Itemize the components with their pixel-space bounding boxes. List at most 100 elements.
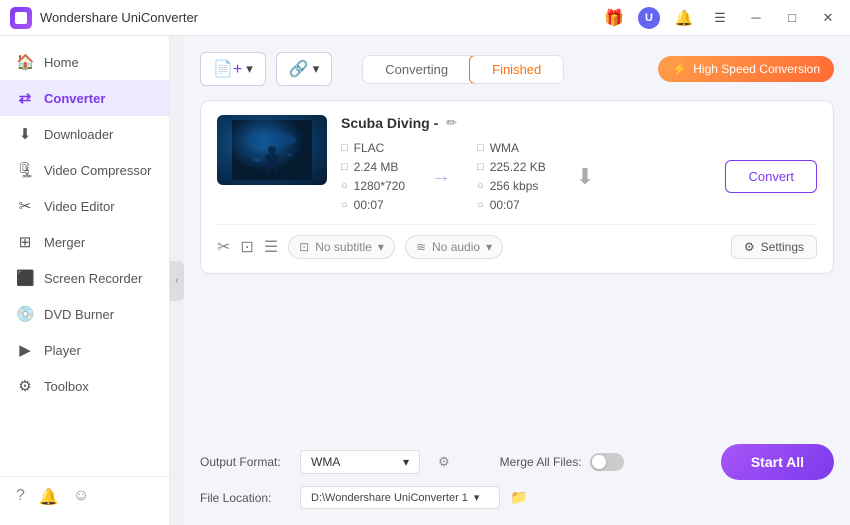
source-duration-row: ○ 00:07 [341,198,405,212]
toolbar: 📄+ ▾ 🔗 ▾ Converting Finished ⚡ High Spee… [200,52,834,86]
settings-label: Settings [761,240,804,254]
sidebar-label-home: Home [44,55,79,70]
app-logo [10,7,32,29]
gift-icon[interactable]: 🎁 [602,6,626,30]
sidebar-label-player: Player [44,343,81,358]
sidebar-collapse-handle[interactable]: ‹ [170,261,184,301]
subtitle-icon: ⊡ [299,240,309,254]
convert-arrow-icon: → [431,165,451,188]
editor-icon: ✂ [16,197,34,215]
audio-arrow: ▾ [486,240,492,254]
converter-icon: ⇄ [16,89,34,107]
settings-button[interactable]: ⚙ Settings [731,235,817,259]
close-icon[interactable]: ✕ [816,6,840,30]
file-title-row: Scuba Diving - ✏ [341,115,817,131]
file-path-value: D:\Wondershare UniConverter 1 [311,492,468,504]
audio-label: No audio [432,240,480,254]
add-files-arrow: ▾ [246,61,253,77]
compressor-icon: 🗜 [16,161,34,179]
target-format: WMA [490,141,519,155]
help-icon[interactable]: ? [16,487,25,507]
cut-icon[interactable]: ✂ [217,237,230,257]
open-folder-icon[interactable]: 📁 [510,489,527,506]
crop-icon[interactable]: ⊡ [240,237,253,257]
merge-toggle[interactable] [590,453,624,471]
audio-wave-icon: ≋ [416,240,426,254]
sidebar-item-toolbox[interactable]: ⚙ Toolbox [0,368,169,404]
res-icon: ○ [341,180,348,192]
tab-group: Converting Finished [362,55,564,84]
home-icon: 🏠 [16,53,34,71]
target-format-row: □ WMA [477,141,546,155]
add-url-arrow: ▾ [313,61,320,77]
sidebar-label-video-editor: Video Editor [44,199,115,214]
file-thumbnail [217,115,327,185]
maximize-icon[interactable]: □ [780,6,804,30]
format-settings-icon[interactable]: ⚙ [438,454,450,470]
subtitle-arrow: ▾ [378,240,384,254]
merge-all-row: Merge All Files: [500,453,624,471]
subtitle-label: No subtitle [315,240,372,254]
target-bitrate-row: ○ 256 kbps [477,179,546,193]
add-url-button[interactable]: 🔗 ▾ [276,52,332,86]
tab-finished[interactable]: Finished [469,55,564,84]
start-all-button[interactable]: Start All [721,444,834,480]
merger-icon: ⊞ [16,233,34,251]
size-icon: □ [341,161,348,173]
source-resolution: 1280*720 [354,179,405,193]
sidebar-item-dvd-burner[interactable]: 💿 DVD Burner [0,296,169,332]
sidebar-label-dvd-burner: DVD Burner [44,307,114,322]
file-location-label: File Location: [200,491,290,505]
file-info: Scuba Diving - ✏ □ FLAC □ 2.24 [341,115,817,212]
bottom-bar: Output Format: WMA ▾ ⚙ Merge All Files: … [200,434,834,509]
bell-icon[interactable]: 🔔 [39,487,59,507]
lightning-icon: ⚡ [672,62,687,76]
feedback-icon[interactable]: ☺ [73,487,89,507]
file-path-select[interactable]: D:\Wondershare UniConverter 1 ▾ [300,486,500,509]
effects-icon[interactable]: ☰ [264,237,278,257]
output-format-select[interactable]: WMA ▾ [300,450,420,474]
merge-all-label: Merge All Files: [500,455,582,469]
file-card: Scuba Diving - ✏ □ FLAC □ 2.24 [200,100,834,274]
file-card-bottom: ✂ ⊡ ☰ ⊡ No subtitle ▾ ≋ No audio ▾ ⚙ Set… [217,224,817,259]
subtitle-select[interactable]: ⊡ No subtitle ▾ [288,235,395,259]
convert-button[interactable]: Convert [725,160,817,193]
menu-icon[interactable]: ☰ [708,6,732,30]
minimize-icon[interactable]: ─ [744,6,768,30]
titlebar-controls: 🎁 U 🔔 ☰ ─ □ ✕ [602,6,840,30]
notification-icon[interactable]: 🔔 [672,6,696,30]
edit-title-icon[interactable]: ✏ [446,115,457,131]
source-resolution-row: ○ 1280*720 [341,179,405,193]
screen-recorder-icon: ⬛ [16,269,34,287]
target-size-icon: □ [477,161,484,173]
sidebar-item-downloader[interactable]: ⬇ Downloader [0,116,169,152]
source-duration: 00:07 [354,198,384,212]
sidebar-label-converter: Converter [44,91,105,106]
sidebar-item-video-editor[interactable]: ✂ Video Editor [0,188,169,224]
main-layout: 🏠 Home ⇄ Converter ⬇ Downloader 🗜 Video … [0,36,850,525]
tab-converting[interactable]: Converting [363,56,470,83]
sidebar-item-merger[interactable]: ⊞ Merger [0,224,169,260]
sidebar-label-toolbox: Toolbox [44,379,89,394]
sidebar-item-converter[interactable]: ⇄ Converter [0,80,169,116]
titlebar-left: Wondershare UniConverter [10,7,198,29]
app-title: Wondershare UniConverter [40,10,198,25]
file-title: Scuba Diving - [341,115,438,131]
sidebar-item-home[interactable]: 🏠 Home [0,44,169,80]
add-files-button[interactable]: 📄+ ▾ [200,52,266,86]
sidebar-item-video-compressor[interactable]: 🗜 Video Compressor [0,152,169,188]
target-format-icon: □ [477,142,484,154]
user-avatar[interactable]: U [638,7,660,29]
sidebar-item-screen-recorder[interactable]: ⬛ Screen Recorder [0,260,169,296]
high-speed-button[interactable]: ⚡ High Speed Conversion [658,56,834,82]
audio-select[interactable]: ≋ No audio ▾ [405,235,503,259]
source-size-row: □ 2.24 MB [341,160,405,174]
download-settings-icon[interactable]: ⬇ [576,164,594,190]
target-duration: 00:07 [490,198,520,212]
add-url-icon: 🔗 [289,59,309,79]
sidebar-label-video-compressor: Video Compressor [44,163,151,178]
target-size-row: □ 225.22 KB [477,160,546,174]
source-format-row: □ FLAC [341,141,405,155]
sidebar-item-player[interactable]: ▶ Player [0,332,169,368]
settings-gear-icon: ⚙ [744,240,755,254]
